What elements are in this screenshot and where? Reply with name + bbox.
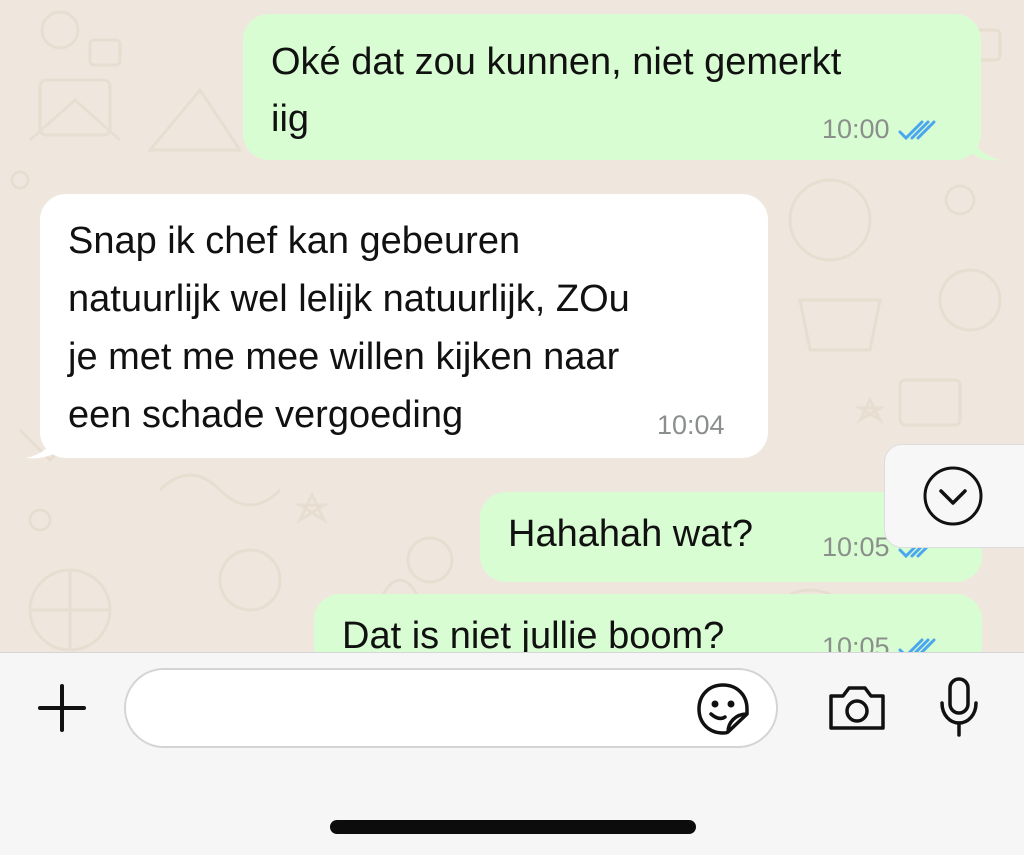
sticker-icon bbox=[697, 683, 749, 735]
double-check-icon bbox=[898, 638, 936, 652]
message-time: 10:05 bbox=[822, 532, 890, 562]
message-time: 10:05 bbox=[822, 632, 890, 652]
message-input[interactable] bbox=[124, 668, 778, 748]
sticker-button[interactable] bbox=[694, 680, 752, 738]
chat-area[interactable]: Oké dat zou kunnen, niet gemerkt iig 10:… bbox=[0, 0, 1024, 652]
bubble-tail bbox=[970, 132, 1000, 161]
message-text-line: natuurlijk wel lelijk natuurlijk, ZOu bbox=[68, 278, 630, 320]
attach-button[interactable] bbox=[30, 680, 94, 736]
message-text-line: een schade vergoeding bbox=[68, 394, 464, 436]
chevron-down-circle-icon bbox=[923, 466, 983, 526]
message-text-line: Snap ik chef kan gebeuren bbox=[68, 220, 521, 262]
message-time: 10:04 bbox=[657, 410, 725, 440]
double-check-icon bbox=[898, 120, 936, 140]
camera-button[interactable] bbox=[824, 680, 890, 736]
message-meta: 10:04 bbox=[657, 410, 725, 441]
message-text-line: je met me mee willen kijken naar bbox=[68, 336, 620, 378]
plus-icon bbox=[38, 684, 86, 732]
message-time: 10:00 bbox=[822, 114, 890, 144]
scroll-to-bottom-button[interactable] bbox=[884, 444, 1024, 548]
message-meta: 10:05 bbox=[822, 632, 938, 652]
message-meta: 10:00 bbox=[822, 114, 938, 145]
microphone-icon bbox=[940, 677, 978, 737]
message-text-line: Oké dat zou kunnen, niet gemerkt bbox=[271, 41, 842, 83]
voice-message-button[interactable] bbox=[934, 674, 984, 740]
bubble-tail bbox=[26, 430, 58, 459]
home-indicator[interactable] bbox=[330, 820, 696, 834]
camera-icon bbox=[829, 686, 885, 730]
